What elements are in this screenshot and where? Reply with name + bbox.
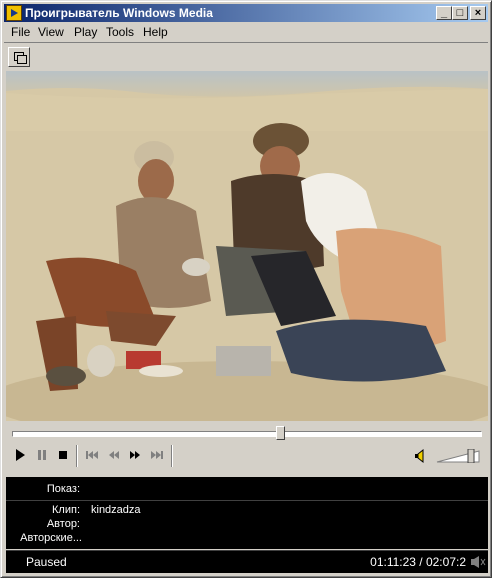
volume-slider[interactable] xyxy=(436,449,480,463)
status-bar: Paused 01:11:23 / 02:07:2 xyxy=(6,550,488,573)
menu-help[interactable]: Help xyxy=(143,25,168,39)
window-title: Проигрыватель Windows Media xyxy=(25,6,213,20)
transport-controls xyxy=(6,443,488,469)
volume-icon[interactable] xyxy=(413,448,429,464)
clip-value: kindzadza xyxy=(91,504,141,516)
separator xyxy=(76,445,78,467)
next-track-icon[interactable] xyxy=(149,447,165,463)
minimize-button[interactable]: _ xyxy=(436,6,452,20)
seek-thumb[interactable] xyxy=(276,426,285,440)
info-divider xyxy=(6,500,488,501)
show-label: Показ: xyxy=(46,483,80,495)
media-player-window: Проигрыватель Windows Media _ □ × File V… xyxy=(0,0,492,578)
media-info-panel: Показ: Клип: kindzadza Автор: Авторские.… xyxy=(6,477,488,549)
playback-status: Paused xyxy=(26,555,67,569)
video-scene-image xyxy=(6,71,488,421)
compact-mode-button[interactable] xyxy=(8,47,30,67)
maximize-button[interactable]: □ xyxy=(452,6,468,20)
media-player-app-icon[interactable] xyxy=(6,5,22,21)
playback-time: 01:11:23 / 02:07:2 xyxy=(370,555,466,569)
rewind-icon[interactable] xyxy=(106,447,122,463)
previous-track-icon[interactable] xyxy=(84,447,100,463)
toolbar xyxy=(4,42,488,71)
menu-view[interactable]: View xyxy=(38,25,64,39)
fast-forward-icon[interactable] xyxy=(127,447,143,463)
copyright-label: Авторские... xyxy=(20,532,82,544)
menu-file[interactable]: File xyxy=(11,25,30,39)
volume-thumb[interactable] xyxy=(467,449,475,463)
menu-bar: File View Play Tools Help xyxy=(4,23,488,41)
speaker-icon xyxy=(471,556,486,568)
seek-bar[interactable] xyxy=(12,426,482,440)
video-frame[interactable] xyxy=(6,71,488,421)
stop-icon[interactable] xyxy=(55,447,71,463)
title-bar[interactable]: Проигрыватель Windows Media _ □ × xyxy=(4,4,488,22)
clip-label: Клип: xyxy=(52,504,80,516)
menu-tools[interactable]: Tools xyxy=(106,25,134,39)
pause-icon[interactable] xyxy=(34,447,50,463)
play-icon[interactable] xyxy=(12,447,28,463)
author-label: Автор: xyxy=(46,518,80,530)
menu-play[interactable]: Play xyxy=(74,25,97,39)
close-button[interactable]: × xyxy=(470,6,486,20)
separator xyxy=(171,445,173,467)
